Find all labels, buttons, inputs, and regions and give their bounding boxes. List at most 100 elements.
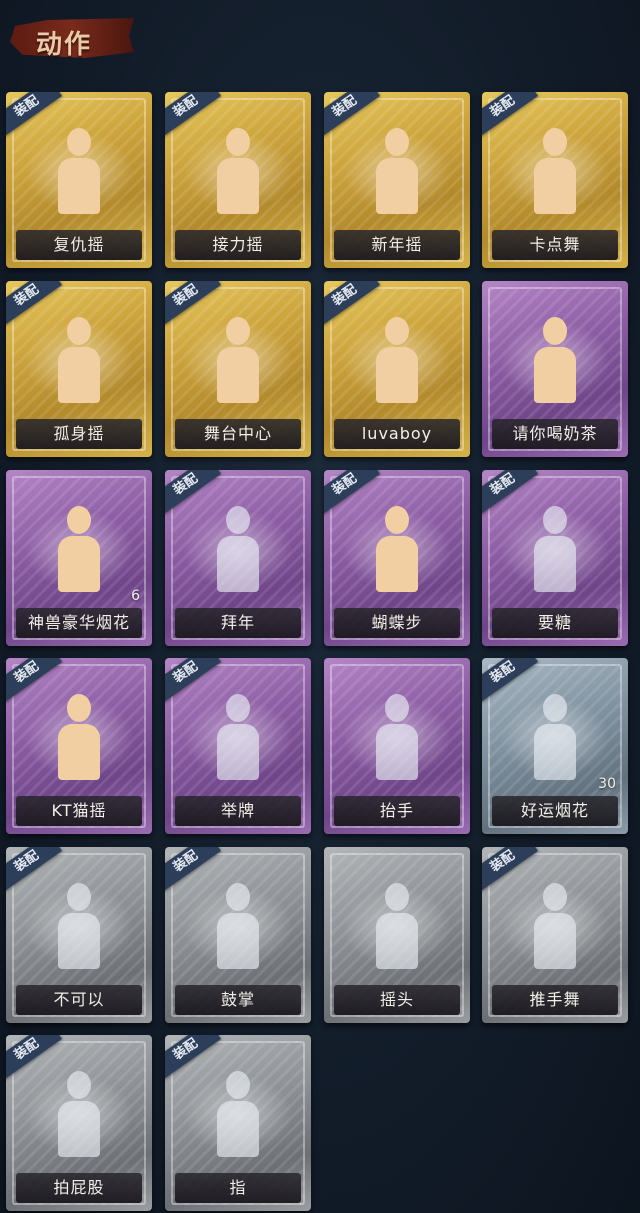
ask-candy-icon <box>520 504 590 596</box>
action-card[interactable]: 装配 要糖 <box>482 470 628 646</box>
figure-head <box>67 506 91 534</box>
action-card[interactable]: 抬手 <box>324 658 470 834</box>
action-card[interactable]: 装配 举牌 <box>165 658 311 834</box>
shake-head-icon <box>362 881 432 973</box>
action-card[interactable]: 装配 不可以 <box>6 847 152 1023</box>
action-card[interactable]: 装配 鼓掌 <box>165 847 311 1023</box>
action-card[interactable]: 装配 复仇摇 <box>6 92 152 268</box>
figure-body <box>217 913 259 969</box>
figure-head <box>226 317 250 345</box>
item-count: 30 <box>598 776 616 792</box>
dance-pose-icon <box>203 126 273 218</box>
action-card[interactable]: 装配 新年摇 <box>324 92 470 268</box>
figure-body <box>58 1101 100 1157</box>
action-card[interactable]: 装配 luvaboy <box>324 281 470 457</box>
figure-body <box>376 347 418 403</box>
dance-pose-icon <box>362 126 432 218</box>
action-label: 鼓掌 <box>175 985 301 1015</box>
action-label: 蝴蝶步 <box>334 608 460 638</box>
dance-pose-icon <box>520 126 590 218</box>
figure-head <box>67 317 91 345</box>
point-icon <box>203 1069 273 1161</box>
figure-head <box>226 883 250 911</box>
figure-body <box>217 1101 259 1157</box>
hold-sign-icon <box>203 692 273 784</box>
figure-head <box>226 694 250 722</box>
figure-body <box>376 536 418 592</box>
action-label: 接力摇 <box>175 230 301 260</box>
figure-head <box>543 694 567 722</box>
action-label: 卡点舞 <box>492 230 618 260</box>
pat-butt-icon <box>44 1069 114 1161</box>
action-card[interactable]: 装配 蝴蝶步 <box>324 470 470 646</box>
figure-body <box>534 724 576 780</box>
action-card[interactable]: 请你喝奶茶 <box>482 281 628 457</box>
action-card[interactable]: 6 神兽豪华烟花 <box>6 470 152 646</box>
dance-pose-icon <box>203 315 273 407</box>
figure-head <box>226 506 250 534</box>
figure-body <box>58 913 100 969</box>
action-card[interactable]: 装配 推手舞 <box>482 847 628 1023</box>
figure-head <box>67 128 91 156</box>
action-card[interactable]: 装配 拍屁股 <box>6 1035 152 1211</box>
butterfly-step-icon <box>362 504 432 596</box>
figure-body <box>534 347 576 403</box>
figure-head <box>385 506 409 534</box>
action-label: 推手舞 <box>492 985 618 1015</box>
figure-body <box>58 347 100 403</box>
action-label: 神兽豪华烟花 <box>16 608 142 638</box>
figure-body <box>217 536 259 592</box>
action-label: 要糖 <box>492 608 618 638</box>
figure-body <box>217 724 259 780</box>
finger-wag-icon <box>44 881 114 973</box>
figure-body <box>534 158 576 214</box>
milk-tea-sign-icon <box>520 315 590 407</box>
action-label: 举牌 <box>175 796 301 826</box>
figure-body <box>58 536 100 592</box>
figure-head <box>226 128 250 156</box>
figure-head <box>67 1071 91 1099</box>
section-header: 动作 <box>10 10 136 64</box>
action-label: 请你喝奶茶 <box>492 419 618 449</box>
clap-icon <box>203 881 273 973</box>
figure-head <box>385 128 409 156</box>
figure-body <box>58 724 100 780</box>
dance-pose-icon <box>44 315 114 407</box>
action-label: 好运烟花 <box>492 796 618 826</box>
item-count: 6 <box>131 588 140 604</box>
action-card[interactable]: 装配 接力摇 <box>165 92 311 268</box>
action-card[interactable]: 装配 舞台中心 <box>165 281 311 457</box>
dance-pose-icon <box>362 315 432 407</box>
figure-head <box>543 317 567 345</box>
action-label: 抬手 <box>334 796 460 826</box>
action-label: 摇头 <box>334 985 460 1015</box>
action-label: 拍屁股 <box>16 1173 142 1203</box>
action-card[interactable]: 装配 卡点舞 <box>482 92 628 268</box>
action-label: 拜年 <box>175 608 301 638</box>
figure-head <box>543 883 567 911</box>
action-label: 复仇摇 <box>16 230 142 260</box>
fireworks-icon <box>44 504 114 596</box>
action-card[interactable]: 装配 30 好运烟花 <box>482 658 628 834</box>
action-label: 孤身摇 <box>16 419 142 449</box>
figure-head <box>543 506 567 534</box>
bow-greeting-icon <box>203 504 273 596</box>
figure-body <box>376 724 418 780</box>
action-label: 新年摇 <box>334 230 460 260</box>
action-card[interactable]: 摇头 <box>324 847 470 1023</box>
action-card[interactable]: 装配指 <box>165 1035 311 1211</box>
action-card[interactable]: 装配 孤身摇 <box>6 281 152 457</box>
action-card[interactable]: 装配 拜年 <box>165 470 311 646</box>
raise-hand-icon <box>362 692 432 784</box>
figure-head <box>385 694 409 722</box>
figure-body <box>534 536 576 592</box>
figure-body <box>376 913 418 969</box>
figure-head <box>226 1071 250 1099</box>
figure-head <box>67 694 91 722</box>
figure-head <box>543 128 567 156</box>
action-label: 不可以 <box>16 985 142 1015</box>
figure-head <box>67 883 91 911</box>
dance-pose-icon <box>44 692 114 784</box>
action-label: 指 <box>175 1173 301 1203</box>
action-card[interactable]: 装配 KT猫摇 <box>6 658 152 834</box>
